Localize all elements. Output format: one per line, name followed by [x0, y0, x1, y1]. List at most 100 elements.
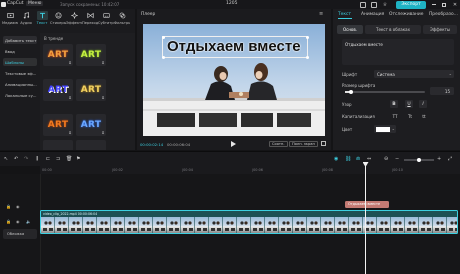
- resize-handle[interactable]: [161, 35, 165, 39]
- sidebar-item-local-subtitles[interactable]: Локальные су...: [3, 91, 37, 99]
- menu-icon[interactable]: ≡: [319, 11, 323, 17]
- text-overlay-box[interactable]: Отдыхаем вместе: [161, 35, 309, 59]
- tool-stickers[interactable]: Стикеры: [50, 11, 66, 31]
- effects-icon: [71, 12, 78, 19]
- sidebar-item-templates[interactable]: Шаблоны: [3, 58, 37, 66]
- download-icon[interactable]: ⇩: [101, 130, 105, 135]
- font-select[interactable]: Система ⌄: [374, 70, 454, 78]
- tool-subtitles[interactable]: Субтитры: [98, 11, 114, 31]
- split-right-icon[interactable]: ⊐: [56, 156, 60, 162]
- segment-text-bubble[interactable]: Текст в облаках: [365, 25, 421, 34]
- export-button[interactable]: Экспорт: [396, 0, 426, 9]
- crown-icon[interactable]: ♕: [382, 2, 388, 8]
- case-lower-button[interactable]: tt: [419, 112, 429, 120]
- eye-icon[interactable]: ◉: [16, 204, 20, 209]
- lock-icon[interactable]: 🔒: [6, 204, 11, 209]
- ruler-label: |00:04: [182, 168, 193, 172]
- resize-handle[interactable]: [161, 55, 165, 59]
- tool-filters[interactable]: Фильтры: [114, 11, 130, 31]
- tool-media[interactable]: Медиаматериалы: [2, 11, 18, 31]
- tab-tracking[interactable]: Отслеживание: [389, 12, 423, 17]
- cover-button[interactable]: Обложка: [3, 229, 37, 239]
- video-preview[interactable]: Отдыхаем вместе: [143, 24, 325, 136]
- chevron-down-icon: ⌄: [391, 125, 395, 131]
- link-icon[interactable]: ⛓: [345, 156, 351, 162]
- mic-icon[interactable]: ◉: [334, 156, 338, 162]
- redo-icon[interactable]: ↷: [24, 156, 28, 162]
- media-icon: [7, 13, 14, 18]
- fit-icon[interactable]: ⤢: [448, 156, 452, 162]
- maximize-icon[interactable]: [440, 1, 448, 8]
- text-input-area[interactable]: Отдыхаем вместе: [342, 39, 454, 65]
- zoom-out-icon[interactable]: ⊖: [384, 156, 388, 162]
- tool-audio[interactable]: Аудио: [20, 11, 32, 31]
- tool-label: Аудио: [20, 21, 32, 25]
- template-card[interactable]: ART ⇩: [76, 79, 106, 101]
- slider-thumb[interactable]: [417, 157, 421, 162]
- case-upper-button[interactable]: TT: [390, 112, 400, 120]
- download-icon[interactable]: ⇩: [68, 130, 72, 135]
- case-title-button[interactable]: Tt: [405, 112, 415, 120]
- download-icon[interactable]: ⇩: [68, 95, 72, 100]
- download-icon[interactable]: ⇩: [68, 60, 72, 65]
- sidebar-item-animations[interactable]: Анимационны...: [3, 80, 37, 88]
- resize-handle[interactable]: [305, 55, 309, 59]
- marker-icon[interactable]: ⚑: [76, 156, 80, 162]
- tool-text[interactable]: Текст: [36, 11, 48, 31]
- tool-effects[interactable]: Эффекты: [66, 11, 82, 31]
- download-icon[interactable]: ⇩: [101, 60, 105, 65]
- template-card[interactable]: ART ⇩: [43, 79, 73, 101]
- add-text-button[interactable]: Добавить текст: [3, 36, 37, 44]
- minimize-icon[interactable]: [430, 1, 438, 8]
- bold-button[interactable]: B: [390, 100, 398, 108]
- undo-icon[interactable]: ↶: [14, 156, 18, 162]
- monitor-icon[interactable]: [360, 1, 366, 8]
- ratio-button[interactable]: Соотн.: [269, 141, 288, 147]
- font-size-stepper[interactable]: 15: [430, 87, 454, 95]
- download-icon[interactable]: ⇩: [101, 95, 105, 100]
- tab-animation[interactable]: Анимация: [361, 12, 384, 17]
- template-card[interactable]: ART ⇩: [76, 114, 106, 136]
- template-card[interactable]: ART ⇩: [43, 114, 73, 136]
- eye-icon[interactable]: ◉: [16, 219, 20, 224]
- zoom-out-icon[interactable]: −: [395, 156, 399, 162]
- slider-thumb[interactable]: [349, 89, 353, 94]
- resize-handle[interactable]: [305, 35, 309, 39]
- layout-icon[interactable]: [371, 1, 377, 8]
- sidebar-item-input[interactable]: Ввод: [3, 47, 37, 55]
- app-logo-icon: [1, 2, 6, 7]
- sidebar-item-text-effects[interactable]: Текстовые эф...: [3, 69, 37, 77]
- segment-effects[interactable]: Эффекты: [423, 25, 457, 34]
- menu-button[interactable]: Меню: [26, 1, 44, 6]
- template-card[interactable]: ART ⇩: [43, 44, 73, 66]
- font-size-slider[interactable]: [345, 89, 425, 94]
- expand-icon[interactable]: [321, 141, 326, 146]
- segment-basic[interactable]: Основ.: [337, 25, 363, 34]
- tool-transitions[interactable]: Переходы: [82, 11, 98, 31]
- play-icon[interactable]: [231, 140, 236, 147]
- italic-button[interactable]: I: [419, 100, 427, 108]
- timeline-ruler[interactable]: 00:00 |00:02 |00:04 |00:06 |00:08 |00:10: [40, 166, 460, 174]
- template-card[interactable]: ART ⇩: [76, 44, 106, 66]
- split-left-icon[interactable]: ⊏: [46, 156, 50, 162]
- fullscreen-button[interactable]: Полн. экран: [289, 141, 318, 147]
- preview-axis-icon[interactable]: ⇔: [367, 156, 371, 162]
- template-card[interactable]: [43, 140, 73, 150]
- lock-icon[interactable]: 🔒: [6, 219, 11, 224]
- magnet-icon[interactable]: ⋒: [356, 156, 360, 162]
- zoom-slider[interactable]: [404, 157, 434, 162]
- video-clip[interactable]: video_clip_2022.mp4 00:00:06:04: [40, 210, 458, 234]
- close-icon[interactable]: ✕: [451, 1, 459, 8]
- text-clip[interactable]: Отдыхаем вместе: [345, 201, 389, 208]
- zoom-in-icon[interactable]: +: [437, 156, 441, 162]
- delete-icon[interactable]: 🗑: [66, 156, 72, 162]
- playhead[interactable]: [362, 162, 369, 274]
- speaker-icon[interactable]: 🔈: [26, 219, 31, 224]
- template-card[interactable]: [76, 140, 106, 150]
- tab-transform[interactable]: Преобразо...: [429, 12, 458, 17]
- split-icon[interactable]: ⫼: [36, 156, 38, 162]
- select-tool-icon[interactable]: ↖: [4, 156, 8, 162]
- underline-button[interactable]: U: [405, 100, 413, 108]
- tab-text[interactable]: Текст: [338, 12, 351, 17]
- color-picker[interactable]: ⌄: [374, 125, 396, 133]
